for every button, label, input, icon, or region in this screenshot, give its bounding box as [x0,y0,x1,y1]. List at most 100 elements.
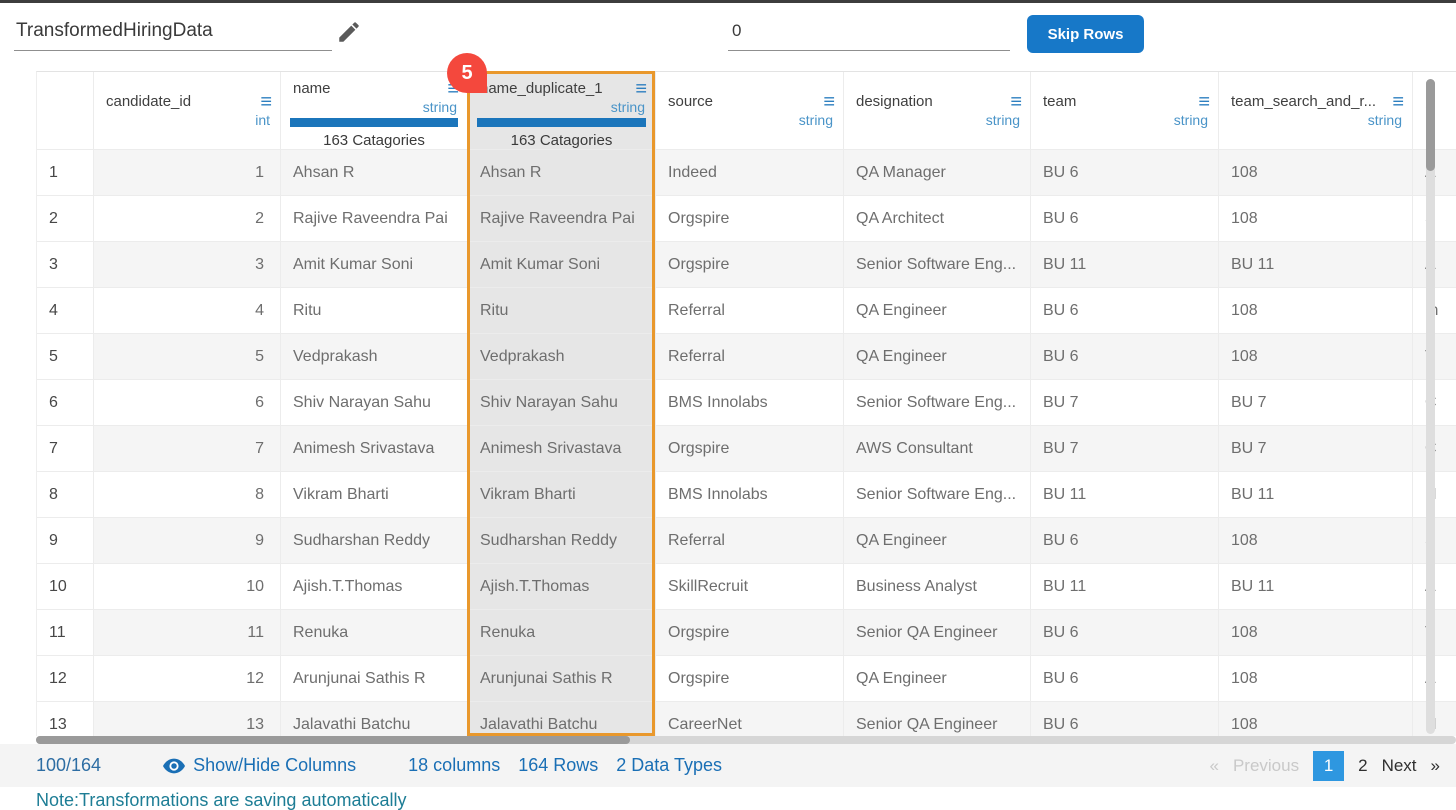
column-header-name_duplicate_1[interactable]: name_duplicate_1≡string163 Catagories [468,72,656,150]
row-number[interactable]: 11 [37,610,94,656]
cell-team_search_and_r[interactable]: 108 [1219,656,1413,702]
pagination-previous-button[interactable]: Previous [1233,756,1299,776]
cell-team_search_and_r[interactable]: BU 7 [1219,426,1413,472]
pagination-prev-arrow[interactable]: « [1209,756,1218,776]
row-number[interactable]: 9 [37,518,94,564]
cell-source[interactable]: CareerNet [656,702,844,736]
row-number[interactable]: 10 [37,564,94,610]
cell-team_search_and_r[interactable]: 108 [1219,518,1413,564]
pagination-next-arrow[interactable]: » [1431,756,1440,776]
cell-designation[interactable]: Senior QA Engineer [844,610,1031,656]
cell-team[interactable]: BU 6 [1031,518,1219,564]
cell-source[interactable]: Orgspire [656,610,844,656]
cell-name[interactable]: Ajish.T.Thomas [281,564,468,610]
cell-source[interactable]: BMS Innolabs [656,472,844,518]
cell-candidate_id[interactable]: 10 [94,564,281,610]
cell-designation[interactable]: QA Engineer [844,656,1031,702]
cell-designation[interactable]: QA Architect [844,196,1031,242]
horizontal-scrollbar-thumb[interactable] [36,736,630,744]
cell-name_duplicate_1[interactable]: Arunjunai Sathis R [468,656,656,702]
row-number[interactable]: 8 [37,472,94,518]
cell-name[interactable]: Ahsan R [281,150,468,196]
show-hide-columns-button[interactable]: Show/Hide Columns [163,755,356,776]
cell-designation[interactable]: Senior QA Engineer [844,702,1031,736]
cell-designation[interactable]: QA Engineer [844,518,1031,564]
cell-name_duplicate_1[interactable]: Vikram Bharti [468,472,656,518]
cell-name[interactable]: Vedprakash [281,334,468,380]
cell-name[interactable]: Rajive Raveendra Pai [281,196,468,242]
cell-name[interactable]: Ritu [281,288,468,334]
column-header-source[interactable]: source≡string [656,72,844,150]
cell-designation[interactable]: QA Engineer [844,334,1031,380]
cell-source[interactable]: Referral [656,334,844,380]
dataset-name-input[interactable] [14,17,332,51]
row-number[interactable]: 12 [37,656,94,702]
cell-name_duplicate_1[interactable]: Rajive Raveendra Pai [468,196,656,242]
cell-name_duplicate_1[interactable]: Animesh Srivastava [468,426,656,472]
cell-candidate_id[interactable]: 8 [94,472,281,518]
cell-source[interactable]: Orgspire [656,242,844,288]
column-header-designation[interactable]: designation≡string [844,72,1031,150]
cell-name_duplicate_1[interactable]: Jalavathi Batchu [468,702,656,736]
cell-team_search_and_r[interactable]: 108 [1219,334,1413,380]
edit-pencil-icon[interactable] [336,19,362,45]
cell-name_duplicate_1[interactable]: Renuka [468,610,656,656]
cell-team[interactable]: BU 11 [1031,242,1219,288]
cell-team[interactable]: BU 6 [1031,196,1219,242]
row-number[interactable]: 2 [37,196,94,242]
cell-source[interactable]: SkillRecruit [656,564,844,610]
cell-name[interactable]: Arunjunai Sathis R [281,656,468,702]
cell-team[interactable]: BU 7 [1031,426,1219,472]
cell-designation[interactable]: Senior Software Eng... [844,242,1031,288]
skip-rows-button[interactable]: Skip Rows [1027,15,1144,53]
row-number[interactable]: 1 [37,150,94,196]
cell-team[interactable]: BU 6 [1031,288,1219,334]
cell-name_duplicate_1[interactable]: Sudharshan Reddy [468,518,656,564]
vertical-scrollbar-thumb[interactable] [1426,79,1435,171]
cell-candidate_id[interactable]: 1 [94,150,281,196]
cell-candidate_id[interactable]: 3 [94,242,281,288]
cell-team_search_and_r[interactable]: 108 [1219,610,1413,656]
cell-name_duplicate_1[interactable]: Ritu [468,288,656,334]
cell-source[interactable]: Referral [656,288,844,334]
row-number[interactable]: 13 [37,702,94,736]
cell-source[interactable]: Orgspire [656,196,844,242]
row-number[interactable]: 5 [37,334,94,380]
column-header-team_search_and_r[interactable]: team_search_and_r...≡string [1219,72,1413,150]
cell-designation[interactable]: Business Analyst [844,564,1031,610]
cell-team_search_and_r[interactable]: BU 11 [1219,242,1413,288]
row-number[interactable]: 7 [37,426,94,472]
cell-name_duplicate_1[interactable]: Ahsan R [468,150,656,196]
column-header-candidate_id[interactable]: candidate_id≡int [94,72,281,150]
cell-designation[interactable]: Senior Software Eng... [844,472,1031,518]
cell-team[interactable]: BU 11 [1031,472,1219,518]
cell-name_duplicate_1[interactable]: Vedprakash [468,334,656,380]
cell-name[interactable]: Jalavathi Batchu [281,702,468,736]
cell-candidate_id[interactable]: 2 [94,196,281,242]
cell-team_search_and_r[interactable]: 108 [1219,150,1413,196]
cell-candidate_id[interactable]: 11 [94,610,281,656]
cell-team[interactable]: BU 6 [1031,656,1219,702]
cell-name[interactable]: Amit Kumar Soni [281,242,468,288]
skip-rows-input[interactable] [728,17,1010,51]
cell-name[interactable]: Renuka [281,610,468,656]
cell-source[interactable]: Referral [656,518,844,564]
cell-designation[interactable]: QA Manager [844,150,1031,196]
horizontal-scrollbar[interactable] [36,736,1456,744]
pagination-page-2[interactable]: 2 [1358,756,1367,776]
cell-source[interactable]: Orgspire [656,656,844,702]
cell-designation[interactable]: AWS Consultant [844,426,1031,472]
cell-team_search_and_r[interactable]: BU 11 [1219,472,1413,518]
column-menu-icon[interactable]: ≡ [1010,95,1022,109]
cell-candidate_id[interactable]: 9 [94,518,281,564]
cell-name_duplicate_1[interactable]: Ajish.T.Thomas [468,564,656,610]
cell-name[interactable]: Vikram Bharti [281,472,468,518]
cell-candidate_id[interactable]: 7 [94,426,281,472]
column-menu-icon[interactable]: ≡ [635,82,647,96]
cell-team_search_and_r[interactable]: 108 [1219,702,1413,736]
cell-candidate_id[interactable]: 6 [94,380,281,426]
pagination-page-1[interactable]: 1 [1313,751,1344,781]
cell-name[interactable]: Shiv Narayan Sahu [281,380,468,426]
cell-team[interactable]: BU 11 [1031,564,1219,610]
cell-candidate_id[interactable]: 13 [94,702,281,736]
